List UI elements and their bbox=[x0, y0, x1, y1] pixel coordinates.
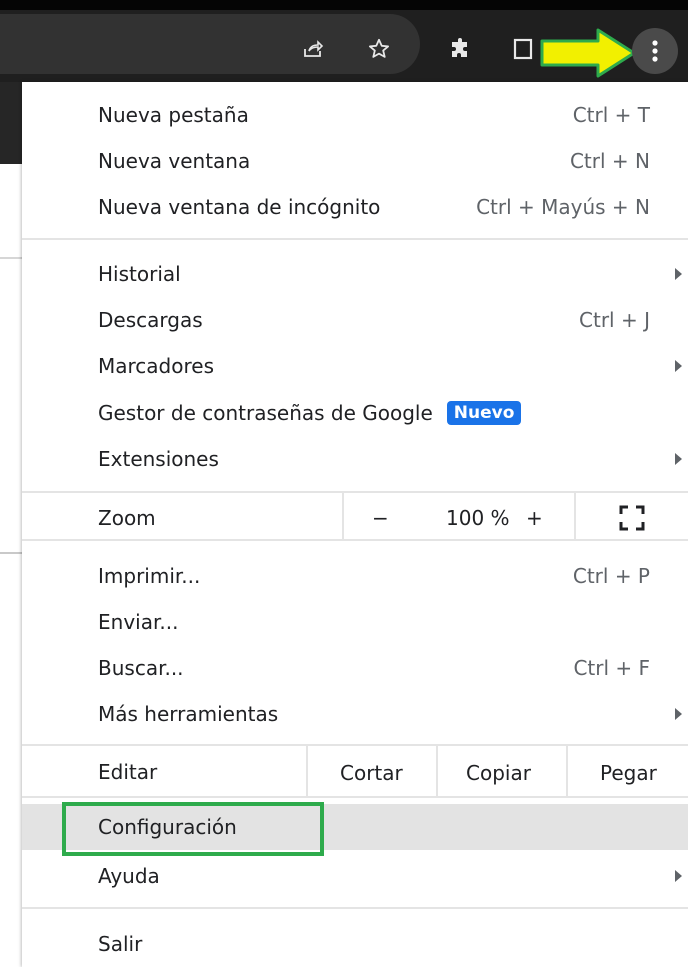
star-icon[interactable] bbox=[366, 36, 392, 62]
shortcut-label: Ctrl + F bbox=[573, 656, 650, 680]
more-vert-icon[interactable] bbox=[632, 28, 678, 74]
menu-item-bookmarks[interactable]: Marcadores bbox=[22, 343, 688, 389]
menu-item-label: Nueva ventana de incógnito bbox=[98, 195, 381, 219]
menu-item-label: Enviar... bbox=[98, 610, 179, 634]
menu-item-label: Historial bbox=[98, 262, 181, 286]
menu-item-more-tools[interactable]: Más herramientas bbox=[22, 691, 688, 737]
zoom-out-button[interactable]: − bbox=[372, 506, 389, 530]
address-bar[interactable] bbox=[0, 14, 420, 74]
menu-item-label: Nueva ventana bbox=[98, 149, 251, 173]
menu-item-label: Ayuda bbox=[98, 864, 160, 888]
menu-item-new-tab[interactable]: Nueva pestaña Ctrl + T bbox=[22, 92, 688, 138]
shortcut-label: Ctrl + N bbox=[569, 149, 650, 173]
menu-item-password-manager[interactable]: Gestor de contraseñas de Google Nuevo bbox=[22, 390, 688, 436]
highlight-box-annotation bbox=[62, 802, 324, 856]
menu-divider bbox=[22, 796, 688, 798]
shortcut-label: Ctrl + Mayús + N bbox=[476, 195, 650, 219]
menu-item-label: Nueva pestaña bbox=[98, 103, 249, 127]
menu-item-label: Marcadores bbox=[98, 354, 214, 378]
yellow-arrow-annotation bbox=[540, 28, 640, 78]
edit-label: Editar bbox=[98, 760, 158, 784]
menu-item-extensions[interactable]: Extensiones bbox=[22, 436, 688, 482]
menu-item-label: Más herramientas bbox=[98, 702, 279, 726]
submenu-arrow-icon bbox=[675, 708, 682, 720]
page-background bbox=[0, 82, 22, 967]
menu-divider bbox=[22, 491, 688, 493]
menu-item-label: Buscar... bbox=[98, 656, 184, 680]
submenu-arrow-icon bbox=[675, 268, 682, 280]
cut-button[interactable]: Cortar bbox=[340, 761, 403, 785]
menu-item-downloads[interactable]: Descargas Ctrl + J bbox=[22, 297, 688, 343]
side-panel-icon[interactable] bbox=[510, 36, 536, 62]
zoom-label: Zoom bbox=[98, 506, 156, 530]
zoom-in-button[interactable]: + bbox=[526, 506, 543, 530]
menu-item-label: Descargas bbox=[98, 308, 203, 332]
submenu-arrow-icon bbox=[675, 870, 682, 882]
shortcut-label: Ctrl + J bbox=[579, 308, 650, 332]
menu-item-help[interactable]: Ayuda bbox=[22, 853, 688, 899]
menu-item-label: Salir bbox=[98, 932, 143, 956]
tab-strip bbox=[0, 0, 688, 10]
menu-item-print[interactable]: Imprimir... Ctrl + P bbox=[22, 553, 688, 599]
extensions-icon[interactable] bbox=[448, 36, 474, 62]
browser-toolbar bbox=[0, 0, 688, 82]
copy-button[interactable]: Copiar bbox=[466, 761, 531, 785]
submenu-arrow-icon bbox=[675, 453, 682, 465]
menu-item-find[interactable]: Buscar... Ctrl + F bbox=[22, 645, 688, 691]
share-icon[interactable] bbox=[300, 36, 326, 62]
zoom-row: Zoom bbox=[22, 495, 688, 541]
zoom-level: 100 % bbox=[446, 506, 510, 530]
menu-item-label: Imprimir... bbox=[98, 564, 201, 588]
menu-item-history[interactable]: Historial bbox=[22, 251, 688, 297]
new-badge: Nuevo bbox=[446, 401, 522, 425]
submenu-arrow-icon bbox=[675, 360, 682, 372]
paste-button[interactable]: Pegar bbox=[600, 761, 657, 785]
menu-divider bbox=[22, 907, 688, 909]
fullscreen-icon[interactable] bbox=[618, 504, 646, 532]
menu-item-label: Extensiones bbox=[98, 447, 219, 471]
menu-item-send[interactable]: Enviar... bbox=[22, 599, 688, 645]
menu-item-exit[interactable]: Salir bbox=[22, 921, 688, 967]
shortcut-label: Ctrl + P bbox=[572, 564, 650, 588]
menu-item-label: Gestor de contraseñas de Google bbox=[98, 401, 433, 425]
menu-item-new-window[interactable]: Nueva ventana Ctrl + N bbox=[22, 138, 688, 184]
menu-divider bbox=[22, 539, 688, 541]
menu-item-incognito-window[interactable]: Nueva ventana de incógnito Ctrl + Mayús … bbox=[22, 184, 688, 230]
menu-divider bbox=[22, 238, 688, 240]
shortcut-label: Ctrl + T bbox=[572, 103, 650, 127]
menu-divider bbox=[22, 744, 688, 746]
